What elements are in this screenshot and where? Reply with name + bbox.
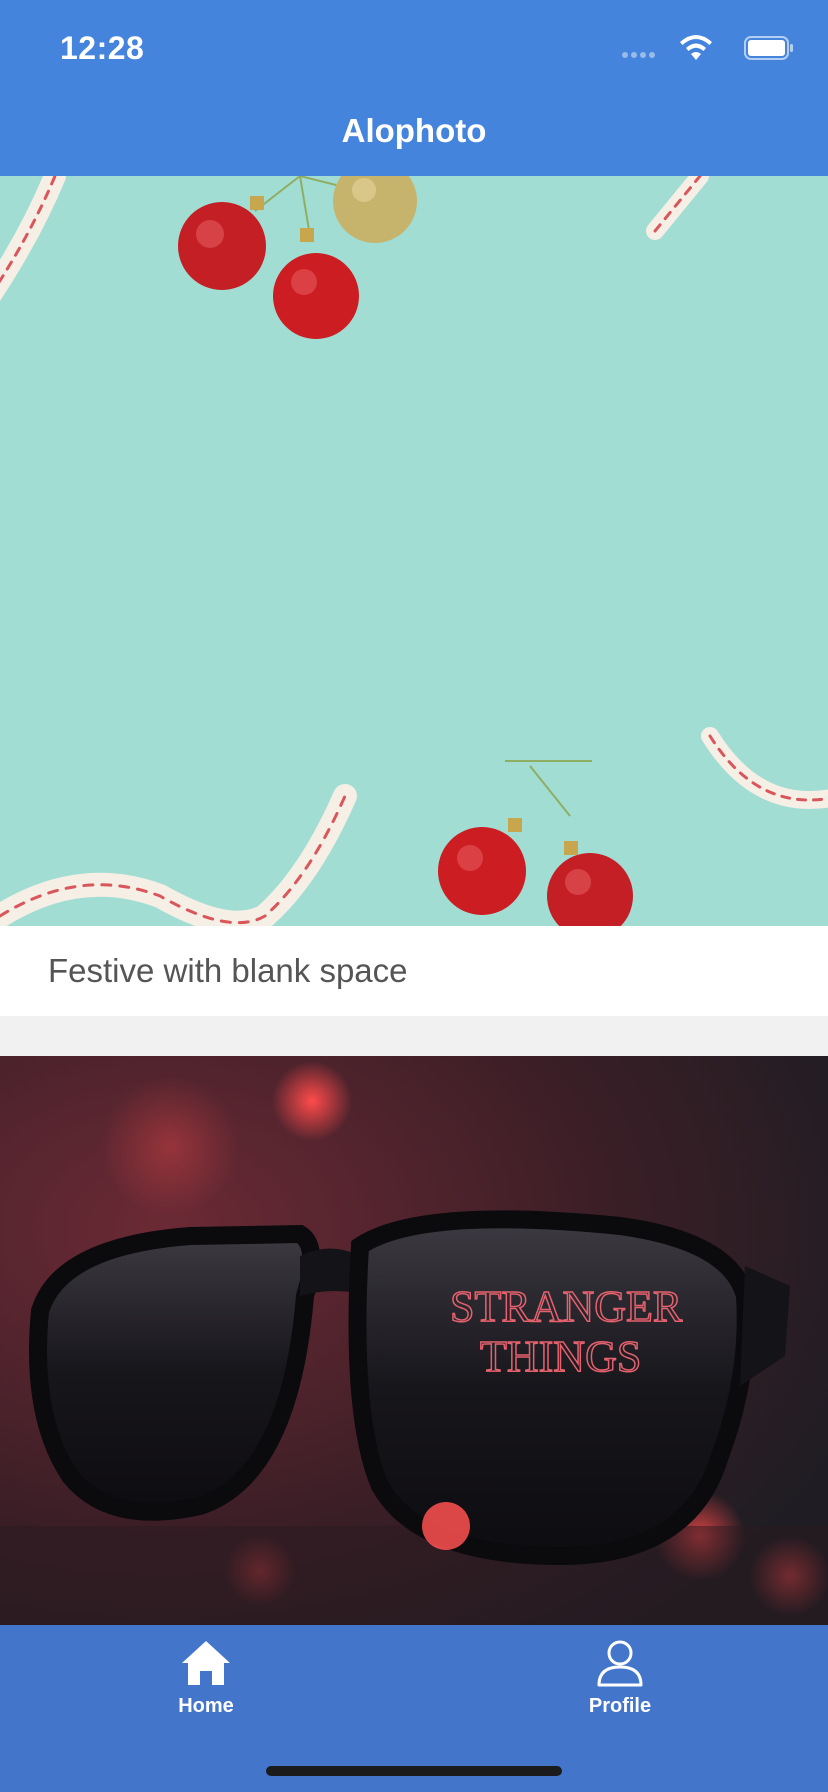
tab-profile[interactable]: Profile xyxy=(540,1637,700,1718)
card-divider xyxy=(0,1016,828,1056)
tab-home[interactable]: Home xyxy=(126,1637,286,1718)
photo-caption: Festive with blank space xyxy=(48,952,408,989)
signal-icon xyxy=(622,52,662,60)
sunglasses-stranger-things-photo[interactable]: STRANGER THINGS xyxy=(0,1056,828,1626)
festive-ornaments-photo[interactable] xyxy=(0,176,828,926)
wifi-icon xyxy=(680,35,712,60)
tab-home-label: Home xyxy=(178,1695,234,1717)
tab-bar: Home Profile xyxy=(0,1625,828,1792)
svg-text:THINGS: THINGS xyxy=(480,1332,641,1381)
photo-feed[interactable]: Festive with blank space STRANGER THINGS xyxy=(0,176,828,1626)
lens-reflection-text: STRANGER xyxy=(450,1282,683,1331)
home-icon xyxy=(182,1641,230,1685)
status-time: 12:28 xyxy=(60,30,145,66)
photo-card[interactable]: STRANGER THINGS xyxy=(0,1056,828,1626)
photo-card[interactable]: Festive with blank space xyxy=(0,176,828,1016)
tab-profile-label: Profile xyxy=(588,1695,652,1717)
app-header: 12:28 Alophoto xyxy=(0,0,828,176)
profile-icon xyxy=(597,1640,643,1687)
status-icons xyxy=(614,34,794,64)
home-indicator[interactable] xyxy=(266,1766,562,1776)
page-title: Alophoto xyxy=(341,112,487,149)
sunglasses: STRANGER THINGS xyxy=(29,1210,790,1566)
battery-icon xyxy=(744,36,793,60)
